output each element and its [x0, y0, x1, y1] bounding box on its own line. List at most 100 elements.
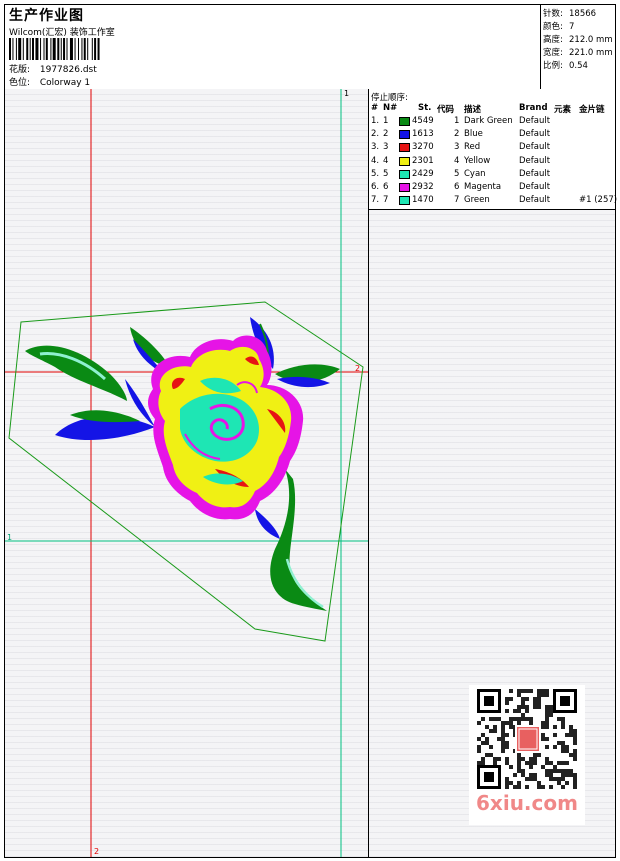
- stat-value: 18566: [569, 9, 597, 19]
- col-header: N#: [383, 103, 398, 113]
- row-stitches: 1613: [412, 129, 434, 140]
- color-swatch: [399, 169, 410, 179]
- row-needle: 1: [383, 116, 389, 126]
- stat-height: 高度: 212.0 mm: [543, 33, 613, 45]
- row-description: Yellow: [464, 155, 491, 166]
- row-code: 6: [454, 182, 460, 192]
- axis-label-red-v: 2: [94, 847, 100, 856]
- row-brand: Default: [519, 155, 551, 166]
- stat-value: 221.0 mm: [569, 48, 613, 58]
- page-title: 生产作业图: [9, 8, 84, 24]
- color-swatch: [399, 196, 410, 206]
- row-description: Blue: [464, 129, 483, 140]
- col-header: 描述: [464, 105, 482, 115]
- watermark: 6xiu.com: [469, 685, 585, 825]
- row-stitches: 1470: [412, 195, 434, 206]
- colorway-label: 色位:: [9, 78, 31, 88]
- embroidery-design: [5, 89, 368, 857]
- stop-sequence-row: 5. 5 2429 5 Cyan Default: [369, 169, 615, 182]
- stop-sequence-header: # N# St. 代码 描述 Brand 元素 金片链: [369, 103, 615, 115]
- col-header: #: [371, 103, 379, 113]
- color-swatch: [399, 143, 410, 153]
- row-sequin: #1 (257): [579, 195, 618, 206]
- row-index: 6.: [371, 182, 380, 192]
- color-swatch: [399, 156, 410, 166]
- col-header: 代码: [437, 105, 455, 115]
- row-stitches: 3270: [412, 142, 434, 153]
- stop-sequence-row: 6. 6 2932 6 Magenta Default: [369, 182, 615, 195]
- barcode-icon: [9, 38, 100, 60]
- stop-sequence-row: 2. 2 1613 2 Blue Default: [369, 129, 615, 142]
- row-code: 1: [454, 116, 460, 126]
- row-index: 1.: [371, 116, 380, 126]
- row-description: Dark Green: [464, 116, 513, 126]
- row-brand: Default: [519, 195, 551, 206]
- stat-width: 宽度: 221.0 mm: [543, 46, 613, 58]
- row-needle: 3: [383, 142, 389, 153]
- col-header: St.: [418, 103, 432, 113]
- design-label: 花版:: [9, 65, 31, 75]
- row-brand: Default: [519, 168, 551, 179]
- design-row: 花版: 1977826.dst: [9, 62, 97, 75]
- company-name: Wilcom(汇宏) 装饰工作室: [9, 28, 115, 38]
- side-panel: 停止顺序: # N# St. 代码 描述 Brand 元素 金片链 1. 1 454…: [369, 89, 618, 857]
- row-index: 7.: [371, 195, 380, 206]
- stat-key: 针数:: [543, 9, 563, 19]
- stat-scale: 比例: 0.54: [543, 59, 588, 71]
- row-code: 2: [454, 129, 460, 140]
- row-needle: 5: [383, 168, 389, 179]
- row-brand: Default: [519, 116, 551, 126]
- colorway-row: 色位: Colorway 1: [9, 75, 90, 88]
- row-stitches: 2429: [412, 168, 434, 179]
- design-stats: 针数: 18566 颜色: 7 高度: 212.0 mm 宽度: 221.0 mm 比例…: [540, 5, 616, 89]
- row-description: Cyan: [464, 168, 486, 179]
- stop-sequence-title: 停止顺序:: [371, 93, 408, 103]
- color-swatch: [399, 130, 410, 140]
- stat-value: 7: [569, 22, 575, 32]
- row-description: Magenta: [464, 182, 502, 192]
- stop-sequence-row: 1. 1 4549 1 Dark Green Default: [369, 116, 615, 129]
- row-needle: 7: [383, 195, 389, 206]
- watermark-text: 6xiu.com: [476, 791, 578, 815]
- row-needle: 6: [383, 182, 389, 192]
- worksheet-header: 生产作业图 Wilcom(汇宏) 装饰工作室 花版: 1977826.dst 色…: [5, 5, 615, 90]
- stop-sequence-row: 3. 3 3270 3 Red Default: [369, 142, 615, 155]
- row-index: 4.: [371, 155, 380, 166]
- row-code: 7: [454, 195, 460, 206]
- qr-code-icon: [477, 689, 577, 789]
- axis-label-top: 1: [344, 89, 350, 98]
- row-stitches: 4549: [412, 116, 434, 126]
- axis-label-green-h: 1: [7, 533, 13, 542]
- col-header: Brand: [519, 103, 548, 113]
- stop-sequence-row: 4. 4 2301 4 Yellow Default: [369, 156, 615, 169]
- flower: [148, 335, 304, 520]
- row-needle: 2: [383, 129, 389, 140]
- row-code: 3: [454, 142, 460, 153]
- worksheet-frame: 生产作业图 Wilcom(汇宏) 装饰工作室 花版: 1977826.dst 色…: [4, 4, 618, 858]
- stop-sequence-row: 7. 7 1470 7 Green Default #1 (257): [369, 195, 618, 208]
- row-stitches: 2932: [412, 182, 434, 192]
- row-index: 2.: [371, 129, 380, 140]
- stat-colors: 颜色: 7: [543, 20, 574, 32]
- stat-key: 高度:: [543, 35, 563, 45]
- row-description: Red: [464, 142, 481, 153]
- header-info: 生产作业图 Wilcom(汇宏) 装饰工作室 花版: 1977826.dst 色…: [7, 5, 537, 89]
- row-code: 4: [454, 155, 460, 166]
- stop-sequence-table: 停止顺序: # N# St. 代码 描述 Brand 元素 金片链 1. 1 454…: [369, 89, 618, 210]
- design-canvas: 1 2 1 2: [5, 89, 369, 857]
- col-header: 金片链: [579, 105, 605, 115]
- design-value: 1977826.dst: [39, 65, 97, 75]
- row-needle: 4: [383, 155, 389, 166]
- col-header: 元素: [554, 105, 572, 115]
- color-swatch: [399, 117, 410, 126]
- stat-stitches: 针数: 18566: [543, 7, 596, 19]
- color-swatch: [399, 183, 410, 192]
- row-code: 5: [454, 168, 460, 179]
- stat-value: 0.54: [569, 61, 588, 71]
- row-index: 3.: [371, 142, 380, 153]
- stat-value: 212.0 mm: [569, 35, 613, 45]
- stat-key: 比例:: [543, 61, 563, 71]
- row-index: 5.: [371, 168, 380, 179]
- row-brand: Default: [519, 142, 551, 153]
- row-brand: Default: [519, 129, 551, 140]
